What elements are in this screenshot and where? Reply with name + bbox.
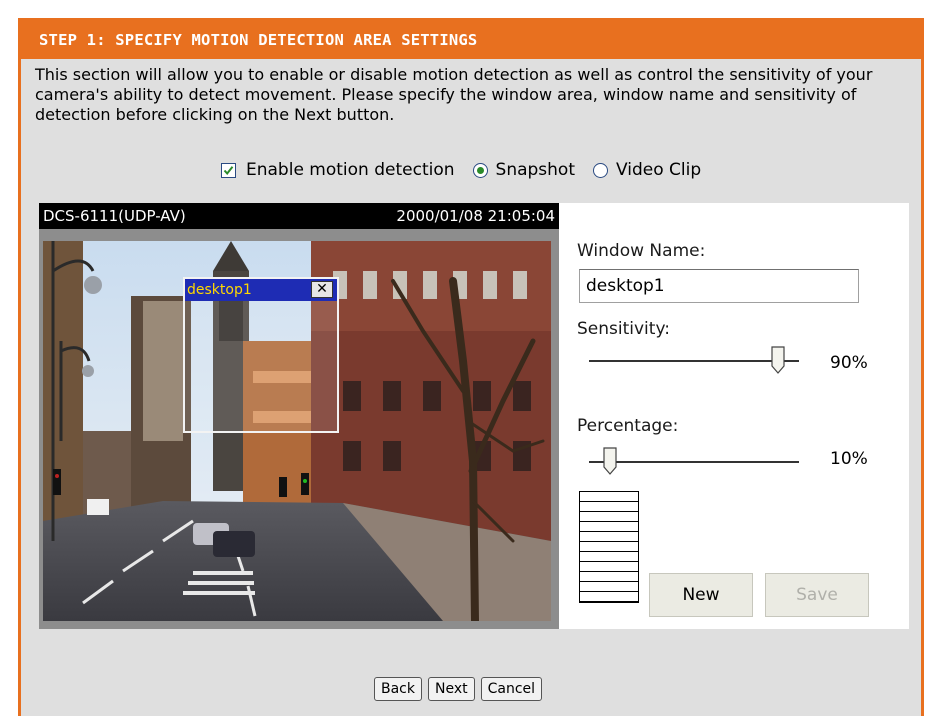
- camera-status-bar: DCS-6111(UDP-AV) 2000/01/08 21:05:04: [39, 203, 559, 229]
- save-window-button[interactable]: Save: [765, 573, 869, 617]
- enable-motion-label[interactable]: Enable motion detection: [246, 160, 455, 180]
- detection-options: Enable motion detection Snapshot Video C…: [221, 157, 719, 183]
- percentage-thumb[interactable]: [603, 447, 617, 475]
- window-list[interactable]: [579, 491, 639, 603]
- sensitivity-thumb[interactable]: [771, 346, 785, 374]
- section-title: STEP 1: SPECIFY MOTION DETECTION AREA SE…: [21, 21, 921, 59]
- percentage-slider[interactable]: [589, 447, 799, 477]
- snapshot-label[interactable]: Snapshot: [496, 160, 575, 180]
- settings-panel: STEP 1: SPECIFY MOTION DETECTION AREA SE…: [18, 18, 924, 716]
- wizard-navigation: Back Next Cancel: [374, 677, 543, 701]
- enable-motion-checkbox[interactable]: [221, 162, 236, 178]
- window-name-input[interactable]: desktop1: [579, 269, 859, 303]
- back-button[interactable]: Back: [374, 677, 422, 701]
- percentage-label: Percentage:: [577, 416, 679, 436]
- sensitivity-track: [589, 360, 799, 362]
- sensitivity-value: 90%: [830, 353, 868, 373]
- section-description: This section will allow you to enable or…: [35, 65, 873, 124]
- close-icon[interactable]: ✕: [311, 281, 333, 298]
- new-window-button[interactable]: New: [649, 573, 753, 617]
- snapshot-radio[interactable]: [472, 162, 488, 178]
- checkmark-icon: [223, 165, 234, 175]
- cancel-button[interactable]: Cancel: [480, 677, 543, 701]
- camera-name: DCS-6111(UDP-AV): [43, 207, 186, 225]
- sensitivity-slider[interactable]: [589, 346, 799, 376]
- videoclip-label[interactable]: Video Clip: [616, 160, 701, 180]
- videoclip-radio[interactable]: [593, 162, 609, 178]
- next-button[interactable]: Next: [428, 677, 475, 701]
- percentage-value: 10%: [830, 449, 868, 469]
- detection-window[interactable]: desktop1 ✕: [183, 277, 339, 433]
- detection-settings: Window Name: desktop1 Sensitivity: 90% P…: [559, 203, 909, 629]
- percentage-track: [589, 461, 799, 463]
- camera-timestamp: 2000/01/08 21:05:04: [396, 207, 555, 225]
- window-name-label: Window Name:: [577, 241, 706, 261]
- sensitivity-label: Sensitivity:: [577, 319, 670, 339]
